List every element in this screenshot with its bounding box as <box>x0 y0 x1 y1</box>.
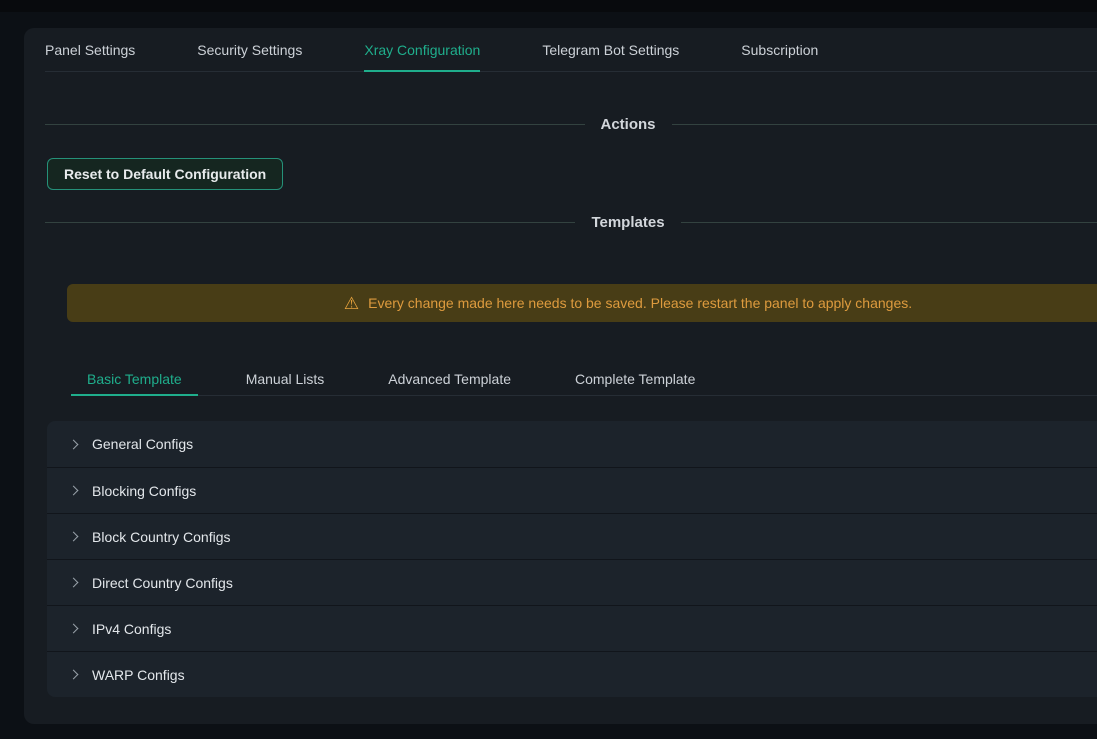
accordion-row-label: IPv4 Configs <box>92 621 171 637</box>
page-top-strip <box>0 0 1097 12</box>
tab-complete-template[interactable]: Complete Template <box>559 362 711 395</box>
templates-divider: Templates <box>45 212 1097 232</box>
accordion-row-label: WARP Configs <box>92 667 185 683</box>
accordion-row-label: Block Country Configs <box>92 529 231 545</box>
accordion-row-label: General Configs <box>92 436 193 452</box>
chevron-right-icon <box>69 486 79 496</box>
tab-telegram-bot-settings[interactable]: Telegram Bot Settings <box>542 28 679 71</box>
chevron-right-icon <box>69 578 79 588</box>
accordion-blocking-configs[interactable]: Blocking Configs <box>47 467 1097 513</box>
chevron-right-icon <box>69 532 79 542</box>
templates-divider-label: Templates <box>591 214 664 231</box>
accordion-warp-configs[interactable]: WARP Configs <box>47 651 1097 697</box>
tab-manual-lists[interactable]: Manual Lists <box>230 362 341 395</box>
accordion-row-label: Blocking Configs <box>92 483 196 499</box>
accordion-ipv4-configs[interactable]: IPv4 Configs <box>47 605 1097 651</box>
accordion-general-configs[interactable]: General Configs <box>47 421 1097 467</box>
chevron-right-icon <box>69 624 79 634</box>
warning-triangle-icon: ⚠ <box>344 295 359 312</box>
accordion-block-country-configs[interactable]: Block Country Configs <box>47 513 1097 559</box>
divider-line <box>681 222 1097 223</box>
tab-subscription[interactable]: Subscription <box>741 28 818 71</box>
divider-line <box>45 222 575 223</box>
main-tab-bar: Panel Settings Security Settings Xray Co… <box>45 28 1097 72</box>
settings-card: Panel Settings Security Settings Xray Co… <box>24 28 1097 724</box>
warning-text: Every change made here needs to be saved… <box>368 295 912 311</box>
tab-basic-template[interactable]: Basic Template <box>71 362 198 395</box>
divider-line <box>672 124 1097 125</box>
actions-divider: Actions <box>45 114 1097 134</box>
tab-security-settings[interactable]: Security Settings <box>197 28 302 71</box>
actions-divider-label: Actions <box>601 116 656 133</box>
tab-advanced-template[interactable]: Advanced Template <box>372 362 527 395</box>
accordion-row-label: Direct Country Configs <box>92 575 233 591</box>
tab-panel-settings[interactable]: Panel Settings <box>45 28 135 71</box>
chevron-right-icon <box>69 670 79 680</box>
warning-banner: ⚠ Every change made here needs to be sav… <box>67 284 1097 322</box>
accordion-direct-country-configs[interactable]: Direct Country Configs <box>47 559 1097 605</box>
template-tab-bar: Basic Template Manual Lists Advanced Tem… <box>71 362 1097 396</box>
divider-line <box>45 124 585 125</box>
chevron-right-icon <box>69 439 79 449</box>
template-accordion: General Configs Blocking Configs Block C… <box>47 421 1097 697</box>
tab-xray-configuration[interactable]: Xray Configuration <box>364 28 480 71</box>
reset-default-configuration-button[interactable]: Reset to Default Configuration <box>47 158 283 190</box>
